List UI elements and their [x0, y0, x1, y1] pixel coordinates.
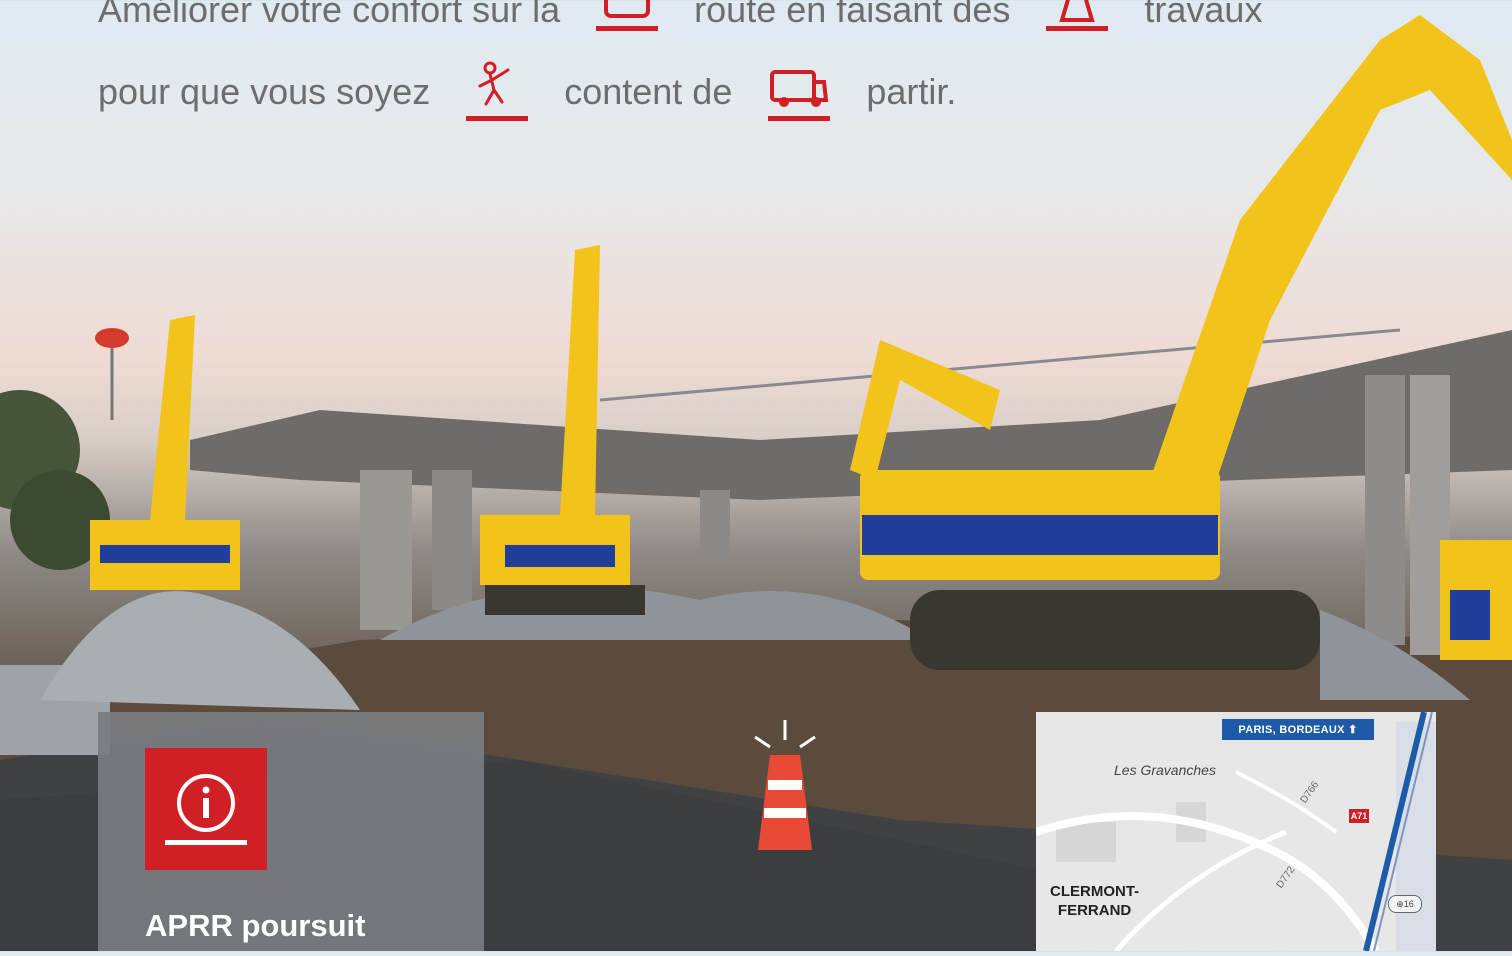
exit-marker: ⊕16	[1388, 895, 1422, 913]
info-card-title: APRR poursuit	[145, 908, 366, 943]
slogan-text-6: partir.	[866, 71, 957, 112]
slogan-text-5: content de	[564, 71, 733, 112]
info-card: APRR poursuit	[98, 712, 484, 951]
traffic-cone-icon	[1044, 0, 1110, 42]
slogan-text-3: travaux	[1144, 0, 1263, 30]
happy-person-icon	[464, 60, 530, 124]
slogan-line-2: pour que vous soyez content de partir.	[98, 60, 956, 124]
place-label: Les Gravanches	[1114, 762, 1216, 778]
direction-sign: PARIS, BORDEAUX ⬆	[1222, 719, 1374, 740]
construction-photo: Améliorer votre confort sur la route en …	[0, 0, 1512, 951]
slogan-text-1: Améliorer votre confort sur la	[98, 0, 561, 30]
slogan-line-1: Améliorer votre confort sur la route en …	[98, 0, 1262, 42]
slogan-text-2: route en faisant des	[694, 0, 1011, 30]
info-icon	[145, 748, 267, 870]
car-icon	[594, 0, 660, 42]
location-map: PARIS, BORDEAUX ⬆ Les Gravanches CLERMON…	[1036, 712, 1436, 951]
city-label: CLERMONT- FERRAND	[1050, 883, 1140, 919]
slogan-text-4: pour que vous soyez	[98, 71, 431, 112]
camper-van-icon	[766, 60, 832, 124]
motorway-shield: A71	[1349, 809, 1369, 823]
